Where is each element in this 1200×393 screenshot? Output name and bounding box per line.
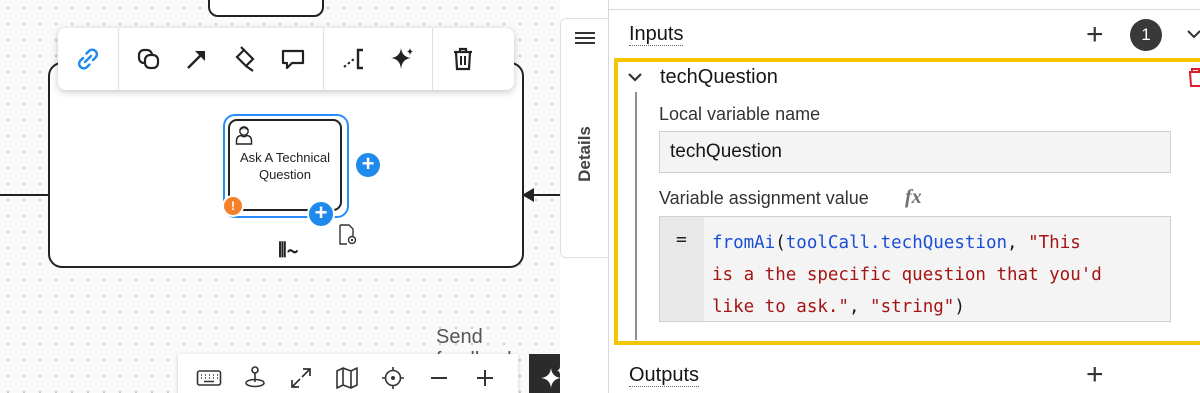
side-tab-strip: Details (560, 18, 608, 258)
code-paren-close: ) (954, 297, 965, 317)
minimap-icon[interactable] (324, 358, 370, 393)
local-variable-input[interactable] (659, 131, 1171, 173)
ctb-group-edit (119, 28, 324, 90)
inputs-count-badge: 1 (1130, 19, 1162, 51)
ai-sparkle-icon[interactable] (378, 35, 426, 83)
comment-icon[interactable] (269, 35, 317, 83)
keyboard-icon[interactable] (186, 358, 232, 393)
code-string-line3: like to ask." (712, 297, 849, 317)
panel-divider (609, 9, 1200, 10)
code-paren-open: ( (775, 233, 786, 253)
inputs-title: Inputs (629, 23, 684, 46)
outputs-section-header[interactable]: Outputs (629, 364, 700, 387)
context-pad-toolbar (58, 28, 514, 90)
fullscreen-icon[interactable] (278, 358, 324, 393)
code-string-line2: is a the specific question that you'd (712, 265, 1102, 285)
menu-icon[interactable] (575, 29, 595, 49)
warning-badge[interactable]: ! (222, 195, 244, 217)
append-element-button[interactable]: + (354, 151, 382, 179)
document-preview-icon[interactable] (338, 224, 358, 246)
link-icon[interactable] (64, 35, 112, 83)
feel-gutter: = (660, 217, 704, 321)
assignment-value-label: Variable assignment value (659, 188, 869, 208)
feel-expression-editor[interactable]: = fromAi(toolCall.techQuestion, "This is… (659, 216, 1171, 322)
ctb-group-annotate (324, 28, 433, 90)
code-comma: , (848, 297, 871, 317)
connect-arrow-icon[interactable] (173, 35, 221, 83)
color-bucket-icon[interactable] (221, 35, 269, 83)
local-variable-label: Local variable name (659, 104, 821, 124)
input-entry-title[interactable]: techQuestion (660, 66, 778, 89)
recenter-icon[interactable] (370, 358, 416, 393)
inputs-section-header[interactable]: Inputs (629, 23, 684, 46)
code-comma: , (1007, 233, 1029, 253)
tab-details[interactable]: Details (569, 99, 601, 209)
ctb-group-link (58, 28, 119, 90)
task-label: Ask A Technical Question (239, 150, 331, 182)
properties-panel: Inputs + 1 techQuestion Local variable n… (608, 0, 1200, 393)
ai-assistant-button[interactable] (529, 354, 560, 393)
multi-instance-marker: ⦀∼ (278, 240, 299, 262)
joystick-icon[interactable] (232, 358, 278, 393)
code-function: fromAi (712, 233, 776, 253)
code-string-line1: "This (1028, 233, 1081, 253)
feel-code: fromAi(toolCall.techQuestion, "This is a… (712, 227, 1162, 323)
zoom-out-icon[interactable] (416, 358, 462, 393)
bpmn-canvas[interactable]: Ask A Technical Question + + ! ⦀∼ Send f… (0, 0, 560, 393)
delete-icon[interactable] (439, 35, 487, 83)
chevron-down-icon[interactable] (1184, 24, 1200, 44)
add-output-button[interactable]: + (1086, 360, 1104, 390)
append-below-button[interactable]: + (307, 200, 335, 228)
entry-guide-line (635, 92, 637, 340)
feel-equals-sign: = (676, 229, 687, 250)
user-task-icon (235, 126, 253, 145)
code-string-type: "string" (870, 297, 955, 317)
sequence-flow-in[interactable] (0, 194, 48, 196)
add-input-button[interactable]: + (1086, 20, 1104, 50)
trash-icon[interactable] (1187, 66, 1200, 88)
canvas-bottom-toolbar (178, 354, 518, 393)
upstream-task-shape[interactable] (208, 0, 324, 17)
user-task-shape[interactable]: Ask A Technical Question (228, 119, 342, 211)
change-type-icon[interactable] (125, 35, 173, 83)
flow-arrow-head (522, 188, 534, 202)
tab-details-label: Details (575, 126, 594, 182)
ctb-group-delete (433, 28, 493, 90)
code-arg-path: toolCall.techQuestion (785, 233, 1008, 253)
outputs-title: Outputs (629, 364, 700, 387)
zoom-in-icon[interactable] (462, 358, 508, 393)
entry-collapse-chevron-icon[interactable] (626, 70, 644, 86)
ai-sparkle-icon (541, 367, 560, 388)
fx-icon[interactable]: fx (905, 186, 922, 209)
text-annotation-icon[interactable] (330, 35, 378, 83)
